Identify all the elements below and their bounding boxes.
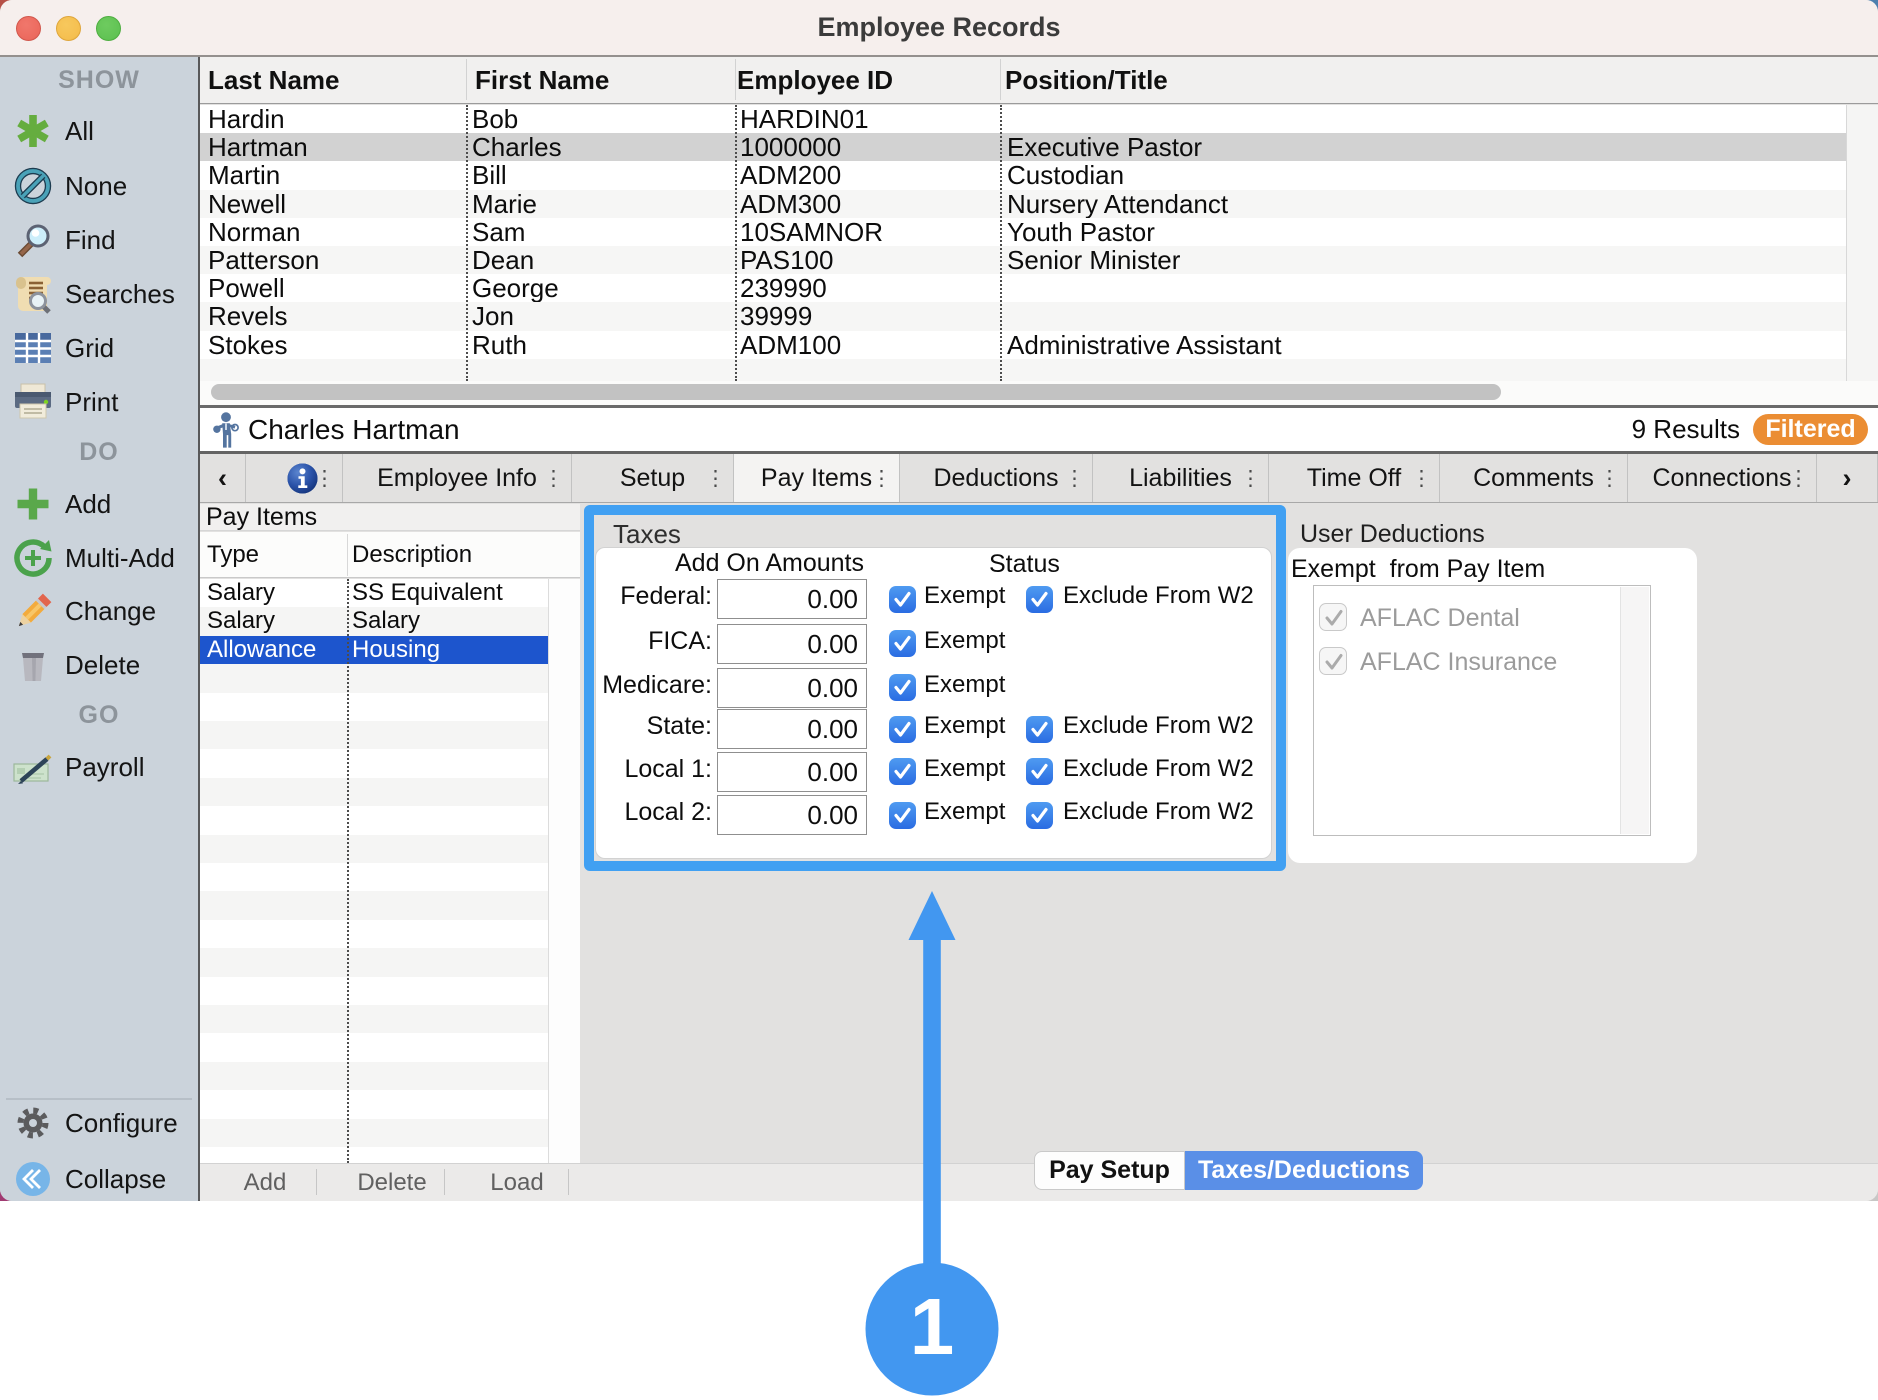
svg-text:1: 1	[910, 1282, 955, 1371]
